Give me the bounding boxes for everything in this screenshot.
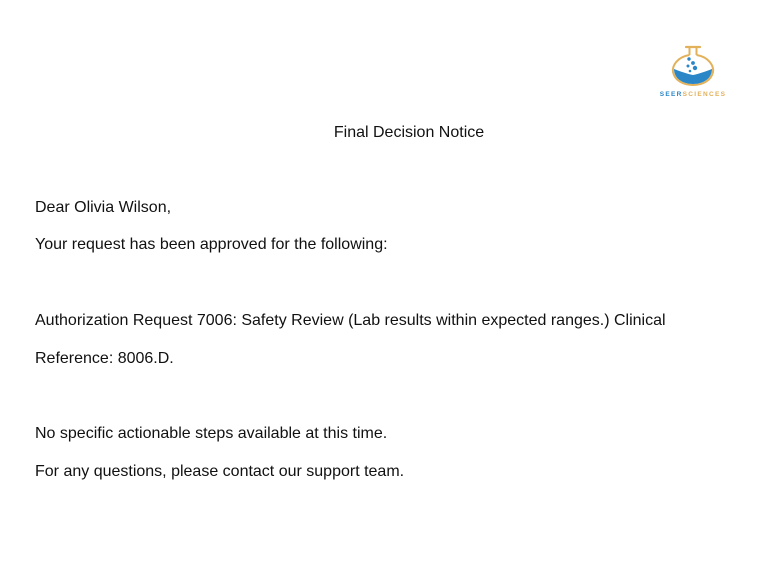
logo-brand-part2: SCIENCES	[682, 91, 727, 98]
greeting: Dear Olivia Wilson,	[35, 199, 172, 216]
steps-statement: No specific actionable steps available a…	[35, 425, 388, 442]
document-page: SEERSCIENCES Final Decision Notice Dear …	[0, 0, 777, 563]
company-logo: SEERSCIENCES	[655, 44, 731, 104]
approval-intro: Your request has been approved for the f…	[35, 236, 388, 253]
authorization-detail-line1: Authorization Request 7006: Safety Revie…	[35, 312, 666, 329]
flask-icon	[671, 45, 715, 87]
contact-statement: For any questions, please contact our su…	[35, 463, 405, 480]
page-title: Final Decision Notice	[333, 124, 485, 141]
logo-brand-part1: SEER	[659, 91, 683, 98]
logo-wordmark: SEERSCIENCES	[655, 91, 731, 98]
authorization-detail-line2: Reference: 8006.D.	[35, 350, 174, 367]
